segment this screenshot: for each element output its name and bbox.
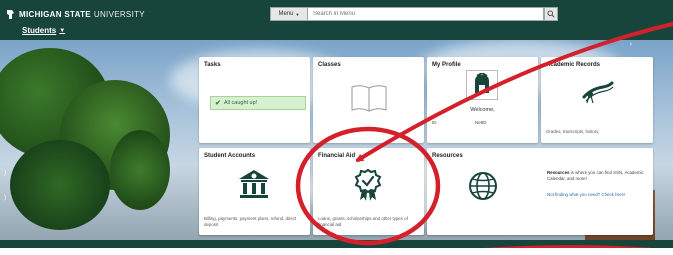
resources-help-link[interactable]: Not finding what you need? Check here! <box>547 192 653 198</box>
side-handle-top[interactable]: ) <box>4 170 6 176</box>
globe-icon <box>469 172 497 200</box>
tile-title: Academic Records <box>546 62 601 68</box>
tile-title: Financial Aid <box>318 153 356 159</box>
tile-title: Classes <box>318 62 341 68</box>
avatar <box>466 70 498 100</box>
bank-icon <box>239 170 269 198</box>
tile-title: Resources <box>432 153 463 159</box>
top-header: MICHIGAN STATE UNIVERSITY Students ▼ Men… <box>0 0 673 40</box>
chevron-right-icon[interactable]: › <box>630 41 632 48</box>
tile-tasks[interactable]: Tasks ✔ All caught up! <box>199 57 310 143</box>
tile-student-accounts[interactable]: Student Accounts Billing, payments, paym… <box>199 148 310 235</box>
side-handle-bottom[interactable]: ) <box>4 195 6 201</box>
tile-financial-aid[interactable]: Financial Aid Loans, grants, scholarship… <box>313 148 424 235</box>
bottom-strip <box>0 240 673 248</box>
status-badge-label: All caught up! <box>223 100 258 106</box>
search-button[interactable] <box>544 7 558 21</box>
search-scope-label: Menu <box>278 11 294 17</box>
resources-description-bold: Resources <box>547 170 570 175</box>
tile-academic-records[interactable]: Academic Records Grades, transcripts, hi… <box>541 57 653 143</box>
check-icon: ✔ <box>215 100 221 107</box>
brand-name-bold: MICHIGAN STATE <box>19 10 91 19</box>
brand-name-light: UNIVERSITY <box>93 10 145 19</box>
award-badge-icon <box>354 168 382 201</box>
resources-description: Resources is where you can find SSN, Aca… <box>547 170 653 182</box>
university-logo[interactable]: MICHIGAN STATE UNIVERSITY <box>6 9 145 20</box>
tile-footer: Billing, payments, payment plans, refund… <box>204 216 297 227</box>
app-frame: MICHIGAN STATE UNIVERSITY Students ▼ Men… <box>0 0 673 248</box>
book-icon <box>351 85 387 112</box>
netid-label: NetID <box>475 120 487 125</box>
tile-title: Tasks <box>204 62 221 68</box>
students-nav-label: Students <box>22 26 57 35</box>
tile-title: My Profile <box>432 62 461 68</box>
search-input[interactable] <box>308 7 544 21</box>
tile-resources[interactable]: Resources Resources is where you can fin… <box>427 148 653 235</box>
diploma-icon <box>582 81 614 104</box>
search-icon <box>547 10 555 18</box>
chevron-down-icon: ▼ <box>295 11 300 17</box>
welcome-text: Welcome, <box>470 107 495 113</box>
tile-footer: Grades, transcripts, history <box>546 129 599 134</box>
tile-footer: Loans, grants, scholarships and other ty… <box>318 216 408 227</box>
spartan-logo-icon <box>7 10 14 19</box>
search-bar: Menu ▼ <box>270 7 558 21</box>
tile-title: Student Accounts <box>204 153 256 159</box>
tile-classes[interactable]: Classes <box>313 57 424 143</box>
search-scope-select[interactable]: Menu ▼ <box>270 7 308 21</box>
status-badge: ✔ All caught up! <box>210 96 306 110</box>
spartan-helmet-icon <box>475 73 489 93</box>
tile-my-profile[interactable]: My Profile Welcome, ID NetID <box>427 57 538 143</box>
caret-down-icon: ▼ <box>59 27 66 34</box>
id-label: ID <box>432 120 437 125</box>
students-nav-dropdown[interactable]: Students ▼ <box>22 26 65 35</box>
